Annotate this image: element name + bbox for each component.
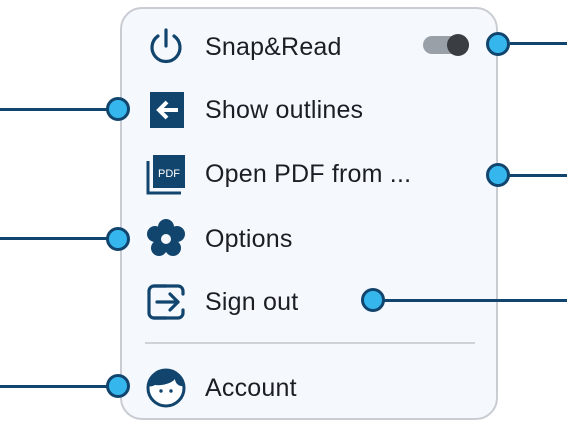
menu-divider	[145, 342, 475, 344]
pdf-icon: PDF	[145, 153, 187, 195]
snapread-toggle[interactable]	[423, 34, 469, 56]
sign-out-icon	[145, 281, 187, 323]
menu-item-label: Account	[205, 373, 297, 402]
menu-item-snapread[interactable]: Snap&Read	[145, 25, 342, 69]
menu-item-sign-out[interactable]: Sign out	[145, 280, 298, 324]
menu-item-account[interactable]: Account	[145, 366, 297, 410]
menu-item-label: Sign out	[205, 287, 299, 316]
menu-item-options[interactable]: Options	[145, 217, 293, 261]
menu-item-label: Snap&Read	[205, 32, 342, 61]
toggle-thumb	[447, 34, 469, 56]
account-face-icon	[145, 367, 187, 409]
outline-arrow-icon	[145, 89, 187, 131]
menu-item-label: Open PDF from ...	[205, 159, 412, 188]
menu-item-label: Show outlines	[205, 95, 364, 124]
pdf-icon-text: PDF	[158, 168, 180, 180]
menu-item-show-outlines[interactable]: Show outlines	[145, 88, 363, 132]
power-icon	[145, 26, 187, 68]
menu-item-open-pdf[interactable]: PDF Open PDF from ...	[145, 152, 411, 196]
gear-flower-icon	[145, 218, 187, 260]
menu-item-label: Options	[205, 224, 293, 253]
